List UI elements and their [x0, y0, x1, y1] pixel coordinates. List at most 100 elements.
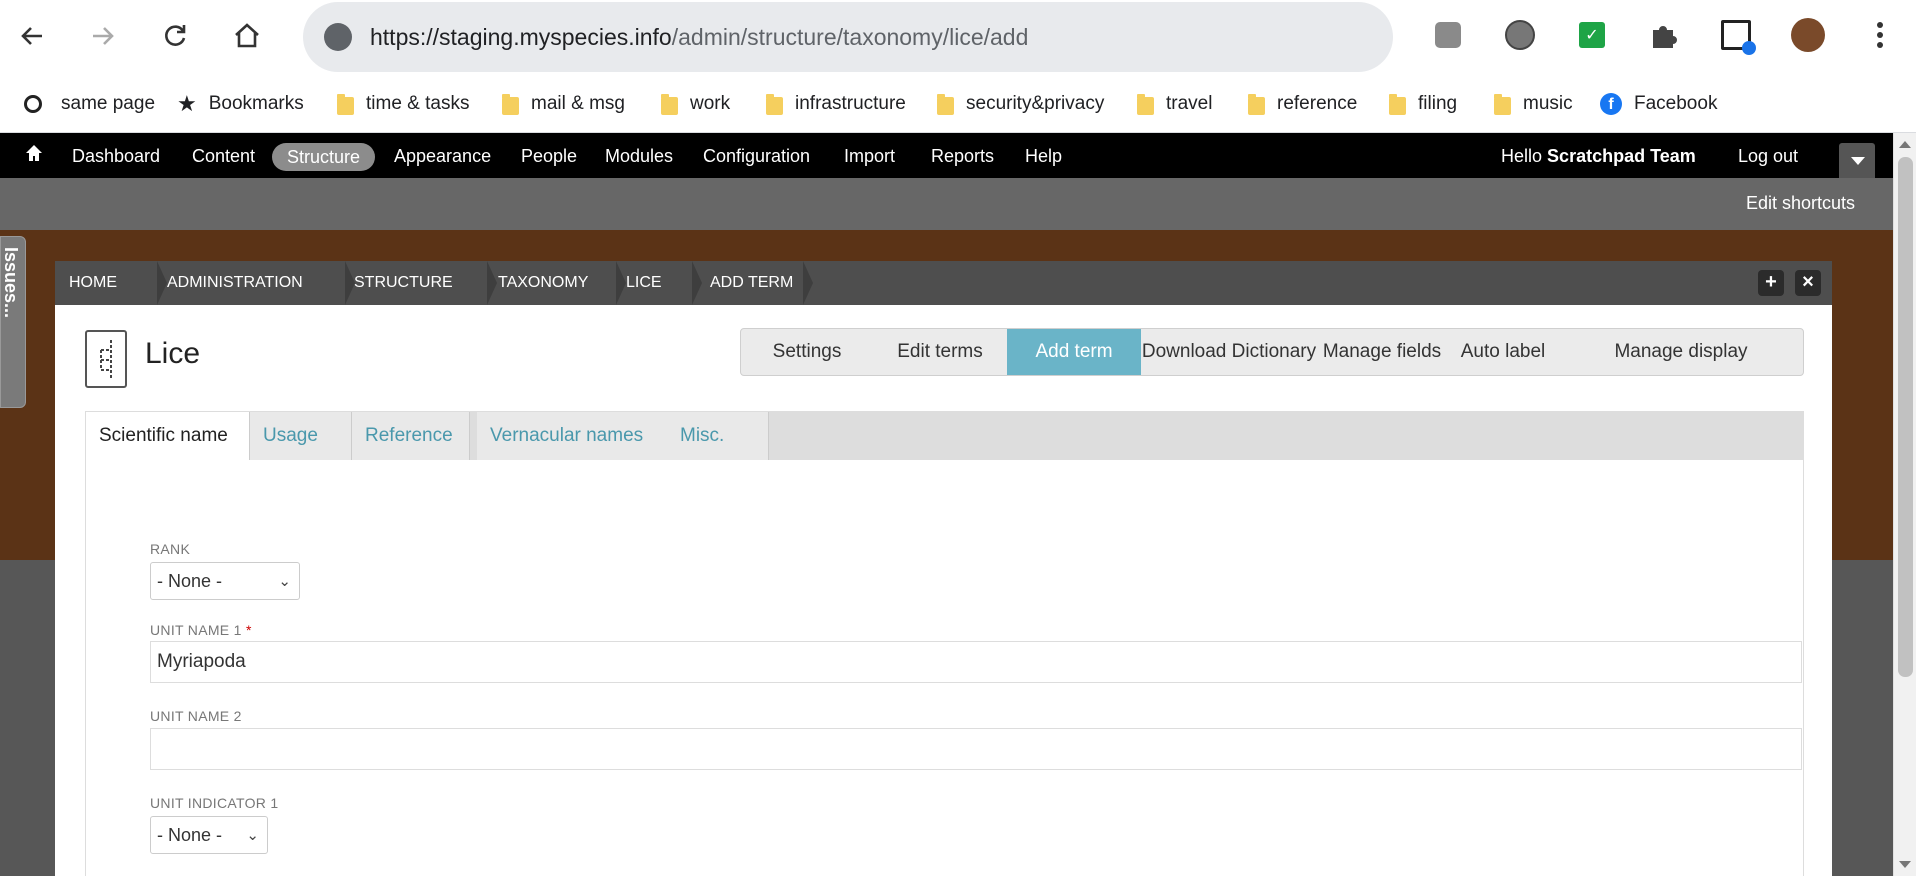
tab-scientific-name[interactable]: Scientific name — [86, 412, 250, 460]
facebook-icon: f — [1600, 93, 1622, 115]
back-icon[interactable] — [10, 14, 54, 58]
extension-icon-1[interactable] — [1431, 18, 1465, 52]
admin-menu-structure[interactable]: Structure — [272, 143, 376, 171]
breadcrumb-separator — [803, 261, 813, 305]
tab-auto-label[interactable]: Auto label — [1447, 329, 1559, 375]
action-tabs: Settings Edit terms Add term Download Di… — [740, 328, 1804, 376]
forward-icon[interactable] — [81, 14, 125, 58]
edit-shortcuts-link[interactable]: Edit shortcuts — [1746, 193, 1855, 214]
breadcrumb-add-term: ADD TERM — [710, 274, 794, 291]
folder-icon — [1389, 94, 1406, 115]
tab-vernacular-names[interactable]: Vernacular names — [477, 412, 668, 460]
scroll-down-icon[interactable] — [1899, 861, 1911, 868]
breadcrumb-home[interactable]: HOME — [55, 261, 117, 305]
breadcrumb: HOME ADMINISTRATION STRUCTURE TAXONOMY L… — [55, 261, 1832, 305]
unit-name-2-input[interactable] — [150, 728, 1802, 770]
bookmark-bookmarks[interactable]: ★ Bookmarks — [177, 90, 304, 118]
tab-manage-display[interactable]: Manage display — [1559, 329, 1803, 375]
form-tabs: Scientific name Usage Reference Vernacul… — [86, 412, 1803, 460]
tab-settings[interactable]: Settings — [741, 329, 873, 375]
chevron-down-icon: ⌄ — [278, 572, 291, 590]
admin-home-icon[interactable] — [24, 143, 44, 167]
tab-download-dictionary[interactable]: Download Dictionary — [1141, 329, 1317, 375]
bookmark-facebook[interactable]: f Facebook — [1600, 90, 1717, 118]
breadcrumb-taxonomy[interactable]: TAXONOMY — [484, 261, 588, 305]
admin-menu-configuration[interactable]: Configuration — [703, 144, 810, 168]
shortcuts-toggle-button[interactable] — [1839, 143, 1875, 178]
close-overlay-button[interactable]: × — [1795, 270, 1821, 296]
bookmark-same-page[interactable]: same page — [24, 90, 155, 118]
bookmark-folder-reference[interactable]: reference — [1248, 90, 1357, 118]
web-page: Dashboard Content Structure Appearance P… — [0, 133, 1893, 876]
checkmark-extension-icon[interactable]: ✓ — [1575, 18, 1609, 52]
reload-icon[interactable] — [153, 14, 197, 58]
star-icon: ★ — [177, 91, 197, 117]
folder-icon — [1248, 94, 1265, 115]
breadcrumb-lice[interactable]: LICE — [612, 261, 662, 305]
browser-toolbar: https://staging.myspecies.info/admin/str… — [0, 0, 1916, 74]
page-title: Lice — [145, 337, 201, 370]
admin-menu-reports[interactable]: Reports — [931, 144, 994, 168]
logout-link[interactable]: Log out — [1738, 144, 1798, 168]
unit-indicator-1-label: UNIT INDICATOR 1 — [150, 795, 279, 811]
folder-icon — [937, 94, 954, 115]
unit-name-1-label: UNIT NAME 1 * — [150, 622, 252, 638]
overlay-dialog: HOME ADMINISTRATION STRUCTURE TAXONOMY L… — [55, 261, 1832, 876]
tab-misc[interactable]: Misc. — [667, 412, 769, 460]
bookmark-folder-infrastructure[interactable]: infrastructure — [766, 90, 906, 118]
shortcuts-bar: Edit shortcuts — [0, 178, 1893, 230]
admin-toolbar: Dashboard Content Structure Appearance P… — [0, 133, 1893, 178]
bookmark-folder-filing[interactable]: filing — [1389, 90, 1457, 118]
bookmark-site-icon — [24, 95, 42, 113]
extension-icon-2[interactable] — [1503, 18, 1537, 52]
bookmark-folder-time-tasks[interactable]: time & tasks — [337, 90, 469, 118]
bookmark-folder-travel[interactable]: travel — [1137, 90, 1212, 118]
rank-label: RANK — [150, 541, 191, 557]
breadcrumb-administration[interactable]: ADMINISTRATION — [153, 261, 303, 305]
bookmarks-bar: same page ★ Bookmarks time & tasks mail … — [0, 74, 1916, 133]
home-icon[interactable] — [225, 14, 269, 58]
add-shortcut-button[interactable]: + — [1758, 270, 1784, 296]
chevron-down-icon: ⌄ — [246, 826, 259, 844]
admin-menu-appearance[interactable]: Appearance — [394, 144, 491, 168]
tab-usage[interactable]: Usage — [250, 412, 352, 460]
profile-avatar[interactable] — [1791, 18, 1825, 52]
menu-dots-icon[interactable] — [1863, 18, 1897, 52]
unit-indicator-1-select[interactable]: - None - ⌄ — [150, 816, 268, 854]
folder-icon — [766, 94, 783, 115]
folder-icon — [337, 94, 354, 115]
unit-name-1-input[interactable]: Myriapoda — [150, 641, 1802, 683]
bookmark-folder-music[interactable]: music — [1494, 90, 1573, 118]
admin-menu-modules[interactable]: Modules — [605, 144, 673, 168]
user-greeting: Hello Scratchpad Team — [1501, 146, 1696, 166]
bookmark-folder-work[interactable]: work — [661, 90, 730, 118]
tab-reference[interactable]: Reference — [352, 412, 470, 460]
puzzle-extensions-icon[interactable] — [1647, 18, 1681, 52]
tab-add-term[interactable]: Add term — [1007, 329, 1141, 375]
required-marker: * — [245, 622, 252, 638]
bookmark-folder-mail-msg[interactable]: mail & msg — [502, 90, 625, 118]
folder-icon — [1494, 94, 1511, 115]
folder-icon — [661, 94, 678, 115]
tab-manage-fields[interactable]: Manage fields — [1317, 329, 1447, 375]
site-info-icon[interactable] — [324, 23, 352, 51]
admin-menu-dashboard[interactable]: Dashboard — [72, 144, 160, 168]
url-text: https://staging.myspecies.info/admin/str… — [370, 23, 1029, 50]
admin-menu-help[interactable]: Help — [1025, 144, 1062, 168]
admin-menu-content[interactable]: Content — [192, 144, 255, 168]
breadcrumb-structure[interactable]: STRUCTURE — [340, 261, 453, 305]
bookmark-folder-security-privacy[interactable]: security&privacy — [937, 90, 1104, 118]
scrollbar-thumb[interactable] — [1898, 157, 1913, 677]
tab-edit-terms[interactable]: Edit terms — [873, 329, 1007, 375]
page-scrollbar[interactable] — [1893, 133, 1916, 876]
admin-menu-import[interactable]: Import — [844, 144, 895, 168]
chevron-down-icon — [1851, 157, 1865, 165]
unit-name-2-label: UNIT NAME 2 — [150, 708, 242, 724]
rank-select[interactable]: - None - ⌄ — [150, 562, 300, 600]
folder-icon — [502, 94, 519, 115]
admin-menu-people[interactable]: People — [521, 144, 577, 168]
issues-side-tab[interactable]: Issues... — [0, 236, 26, 408]
scroll-up-icon[interactable] — [1899, 141, 1911, 148]
tab-search-icon[interactable] — [1719, 18, 1756, 55]
address-bar[interactable]: https://staging.myspecies.info/admin/str… — [303, 2, 1393, 72]
